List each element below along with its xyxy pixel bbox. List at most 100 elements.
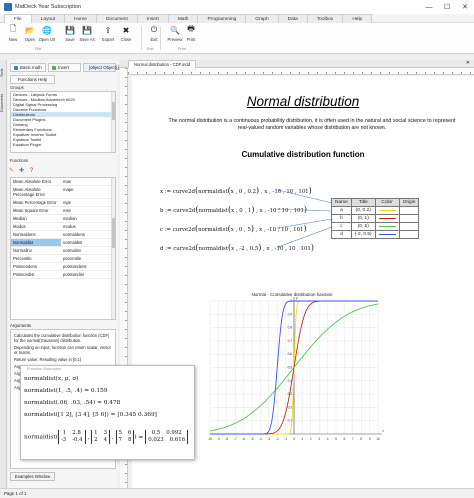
- tab-file[interactable]: File: [4, 14, 32, 23]
- groups-scrollbar[interactable]: [111, 92, 115, 152]
- function-insert-icon[interactable]: ✚: [18, 167, 25, 174]
- function-symbol: percentile: [63, 256, 82, 261]
- close-window-button[interactable]: ✕: [456, 0, 474, 14]
- function-symbol: mpe: [63, 200, 72, 205]
- legend-title: (0, 5): [350, 222, 376, 231]
- insert-icon: [52, 65, 56, 70]
- function-name: Mean Percentage Error: [13, 200, 57, 205]
- save-button[interactable]: 💾 Save: [61, 25, 79, 45]
- function-row[interactable]: Normaldist normaldist: [11, 239, 115, 247]
- function-row[interactable]: Mean Square Error mse: [11, 207, 115, 215]
- save-as-button[interactable]: 💾 Save As: [78, 25, 96, 45]
- export-button[interactable]: ⇪ Export: [99, 25, 117, 45]
- y-tick-label: 0.8: [288, 326, 293, 330]
- function-row[interactable]: Mean Absolute Percentage Error mape: [11, 186, 115, 199]
- function-name: Mean Square Error: [13, 208, 49, 213]
- new-doc-icon: 🗋: [9, 24, 17, 33]
- tab-data[interactable]: Data: [277, 14, 308, 23]
- legend-row[interactable]: a (0, 0.2): [331, 206, 420, 215]
- close-button[interactable]: ✖ Close: [117, 25, 135, 45]
- group-label-file: File: [35, 47, 42, 51]
- new-button[interactable]: 🗋 New: [4, 24, 22, 45]
- basic-math-button[interactable]: Basic math: [10, 63, 46, 72]
- legend-origin: [398, 230, 420, 239]
- curve-definition[interactable]: b := curve2d(normaldist(x , 0 , 1) , x ,…: [160, 205, 307, 214]
- tab-graph[interactable]: Graph: [245, 14, 279, 23]
- document-tab[interactable]: Normal distribution - CDF.mdd: [128, 60, 197, 68]
- x-tick-label: 2: [310, 437, 312, 441]
- print-button[interactable]: 🖶 Print: [182, 24, 200, 45]
- function-row[interactable]: Poissondens poissondens: [11, 263, 115, 271]
- open-url-button[interactable]: 🌐 Open Url: [38, 25, 56, 45]
- legend-header: Color: [374, 198, 400, 207]
- legend-header: Name: [331, 198, 352, 207]
- ribbon: File Exit Print 🗋 New 📂 Open 🌐 Open Url 💾 Save 💾…: [0, 23, 474, 54]
- legend-name: a: [331, 206, 352, 215]
- function-row[interactable]: Poissondist poissondist: [11, 271, 115, 279]
- curve-definition[interactable]: c := curve2d(normaldist(x , 0 , 5) , x ,…: [160, 224, 307, 233]
- maximize-button[interactable]: ☐: [438, 0, 456, 14]
- ribbon-button-label: New: [8, 37, 18, 42]
- function-row[interactable]: Normalinv normalinv: [11, 247, 115, 255]
- functions-scrollbar[interactable]: [111, 178, 115, 319]
- open-button[interactable]: 📂 Open: [21, 25, 39, 45]
- tab-help[interactable]: Help: [342, 14, 373, 23]
- function-row[interactable]: Mean Percentage Error mpe: [11, 199, 115, 207]
- menu-bar: File Layout Home Document Insert Math Programm…: [0, 14, 474, 23]
- legend-row[interactable]: d (-2, 0.5): [331, 230, 420, 239]
- legend-origin: [398, 206, 420, 215]
- tab-document[interactable]: Document: [95, 14, 138, 23]
- status-bar: Page 1 of 1: [0, 488, 474, 498]
- tab-math[interactable]: Math: [167, 14, 199, 23]
- minimize-button[interactable]: —: [420, 0, 438, 14]
- side-tab-documents[interactable]: Documents: [0, 86, 7, 120]
- tab-toolbox[interactable]: Toolbox: [306, 14, 344, 23]
- tab-home[interactable]: Home: [64, 14, 97, 23]
- x-tick-label: 3: [318, 437, 320, 441]
- function-row[interactable]: Percentile percentile: [11, 255, 115, 263]
- exit-button[interactable]: ⏻ Exit: [145, 25, 163, 45]
- side-tab-tools[interactable]: Tools: [0, 62, 7, 84]
- preview-icon: 🔍: [170, 25, 180, 35]
- x-tick-label: 8: [360, 437, 362, 441]
- examples-window-button[interactable]: Examples Window: [10, 472, 55, 481]
- function-row[interactable]: Modus modus: [11, 223, 115, 231]
- tab-programming[interactable]: Programming: [197, 14, 247, 23]
- popup-example-2: normaldist(.06, .03, .54) = 0.478: [24, 400, 121, 406]
- legend-title: (-2, 0.5): [350, 230, 376, 239]
- function-name: Percentile: [13, 256, 32, 261]
- legend-row[interactable]: c (0, 5): [331, 222, 420, 231]
- x-tick-label: -1: [284, 437, 287, 441]
- function-symbol: mse: [63, 208, 71, 213]
- group-label-exit: Exit: [147, 47, 154, 51]
- curve-definition[interactable]: d := curve2d(normaldist(x , -2 , 0.5) , …: [160, 243, 314, 252]
- function-name: Median: [13, 216, 27, 221]
- arguments-label: Arguments: [10, 323, 32, 328]
- popup-example-1: normaldist(1, .5, .4) = 0.159: [24, 388, 108, 394]
- legend-name: b: [331, 214, 352, 223]
- close-tab-icon[interactable]: ✕: [466, 60, 470, 66]
- functions-list: Mean Absolute Error mae Mean Absolute Perc…: [10, 177, 116, 320]
- x-tick-label: 9: [369, 437, 371, 441]
- groups-label: Groups: [10, 85, 24, 90]
- tab-layout[interactable]: Layout: [30, 14, 66, 23]
- function-info-icon[interactable]: ✎: [8, 167, 15, 174]
- function-row[interactable]: Mean Absolute Error mae: [11, 178, 115, 186]
- legend-row[interactable]: b (0, 1): [331, 214, 420, 223]
- function-examples-popup: Function Examples normaldist(x, μ, σ) no…: [20, 365, 195, 460]
- curve-definition[interactable]: x := curve2d(normaldist(x , 0 , 0.2) , x…: [160, 186, 312, 195]
- function-help-icon[interactable]: ?: [28, 167, 35, 174]
- ribbon-button-label: Open: [24, 37, 36, 42]
- cdf-chart[interactable]: Normal - Cumulative distribution functio…: [198, 289, 386, 449]
- legend-table[interactable]: Name Title Color Origin a (0, 0.2) b (0, 1) c (0,…: [331, 198, 420, 239]
- insert-button[interactable]: Insert: [48, 63, 81, 72]
- function-symbol: normaldens: [63, 232, 85, 237]
- functions-help-button[interactable]: Functions Help: [10, 75, 55, 84]
- function-row[interactable]: Normaldens normaldens: [11, 231, 115, 239]
- functions-button[interactable]: [object Object],[object Object],[object …: [83, 63, 439, 72]
- function-row[interactable]: Median median: [11, 215, 115, 223]
- group-item[interactable]: Equation Plugin: [11, 142, 115, 147]
- x-tick-label: 1: [302, 437, 304, 441]
- tab-insert[interactable]: Insert: [136, 14, 169, 23]
- group-label-print: Print: [178, 47, 186, 51]
